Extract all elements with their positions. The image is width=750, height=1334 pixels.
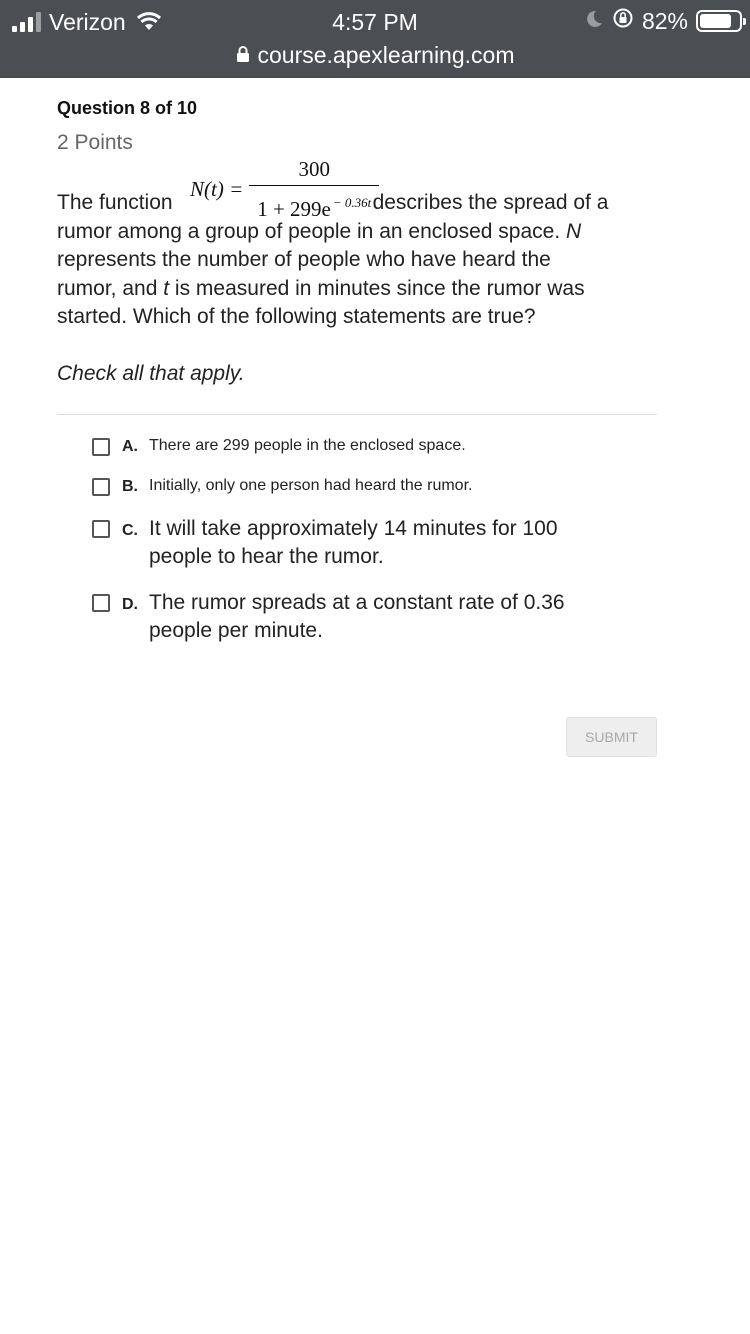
option-d[interactable]: D. The rumor spreads at a constant rate … <box>92 589 657 645</box>
formula-lhs: N(t) = <box>190 176 244 201</box>
option-a[interactable]: A. There are 299 people in the enclosed … <box>92 435 657 457</box>
question-title: Question 8 of 10 <box>57 98 198 118</box>
option-text: It will take approximately 14 minutes fo… <box>149 515 558 571</box>
url-text: course.apexlearning.com <box>257 41 515 68</box>
prompt-var-t: t <box>163 276 170 300</box>
option-c-line-2: people to hear the rumor. <box>149 544 384 568</box>
prompt-line-4: rumor, and t is measured in minutes sinc… <box>57 275 657 304</box>
url-bar[interactable]: course.apexlearning.com <box>0 40 750 70</box>
status-right: 82% <box>584 7 746 35</box>
prompt-line-4c: is measured in minutes since the rumor w… <box>174 276 585 300</box>
option-c-line-1: It will take approximately 14 minutes fo… <box>149 516 558 540</box>
formula-numerator: 300 <box>249 155 380 186</box>
moon-icon <box>584 8 604 35</box>
submit-button[interactable]: SUBMIT <box>566 717 657 757</box>
prompt-line-4a: rumor, and <box>57 276 158 300</box>
formula-denominator-wrap: 1 + 299e − 0.36t <box>257 186 371 224</box>
formula-fraction: 300 1 + 299e − 0.36t <box>249 155 380 224</box>
prompt-text-after: describes the spread of a <box>372 191 609 214</box>
question-prompt: N(t) = 300 1 + 299e − 0.36t The function d… <box>57 157 657 332</box>
answer-options: A. There are 299 people in the enclosed … <box>57 435 657 645</box>
option-a-checkbox[interactable] <box>92 437 110 456</box>
option-text: There are 299 people in the enclosed spa… <box>149 436 466 454</box>
formula: N(t) = 300 1 + 299e − 0.36t <box>190 157 380 221</box>
option-b-checkbox[interactable] <box>92 477 110 496</box>
option-c[interactable]: C. It will take approximately 14 minutes… <box>92 515 657 571</box>
instruction-text: Check all that apply. <box>57 361 245 385</box>
option-c-checkbox[interactable] <box>92 519 110 538</box>
option-text: Initially, only one person had heard the… <box>149 476 473 494</box>
option-b[interactable]: B. Initially, only one person had heard … <box>92 475 657 497</box>
formula-denominator: 1 + 299e <box>257 197 331 221</box>
option-d-line-1: The rumor spreads at a constant rate of … <box>149 590 565 614</box>
option-text: The rumor spreads at a constant rate of … <box>149 589 565 645</box>
option-d-line-2: people per minute. <box>149 618 323 642</box>
option-letter: C. <box>122 521 138 539</box>
prompt-text-before: The function <box>57 191 173 214</box>
battery-percent: 82% <box>641 7 688 34</box>
option-letter: B. <box>122 477 138 495</box>
question-points: 2 Points <box>57 131 133 154</box>
divider <box>57 413 657 415</box>
option-letter: A. <box>122 437 138 455</box>
status-bar: Verizon 4:57 PM 82% course.apexlearning.… <box>0 0 750 78</box>
battery-icon <box>696 10 746 32</box>
question-panel: Question 8 of 10 2 Points N(t) = 300 1 +… <box>57 98 657 663</box>
prompt-line-5: started. Which of the following statemen… <box>57 305 536 328</box>
prompt-line-3: represents the number of people who have… <box>57 248 551 271</box>
lock-icon <box>236 42 250 69</box>
option-d-checkbox[interactable] <box>92 593 110 612</box>
orientation-lock-icon <box>612 7 634 35</box>
prompt-var-n: N <box>566 219 582 243</box>
formula-exponent: − 0.36t <box>332 195 372 210</box>
option-letter: D. <box>122 595 138 613</box>
